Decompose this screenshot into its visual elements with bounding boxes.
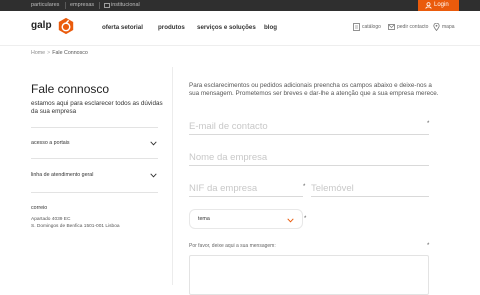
topbar-separator xyxy=(65,2,66,9)
nif-field[interactable]: NIF da empresa xyxy=(189,183,303,197)
catalog-icon xyxy=(353,23,360,31)
top-utility-bar: particulares empresas institucional Logi… xyxy=(0,0,480,11)
topbar-link-particulares[interactable]: particulares xyxy=(31,2,59,9)
catalogo-link[interactable]: catálogo xyxy=(353,23,381,31)
phone-placeholder: Telemóvel xyxy=(311,183,354,194)
chevron-down-icon xyxy=(150,173,157,178)
accordion-acesso-portais[interactable]: acesso a portais xyxy=(31,138,158,150)
required-mark: * xyxy=(427,121,430,127)
pedir-contacto-link[interactable]: pedir contacto xyxy=(388,24,429,31)
divider xyxy=(31,158,158,159)
topbar-link-institucional[interactable]: institucional xyxy=(111,2,140,9)
breadcrumb-separator: > xyxy=(47,50,51,56)
breadcrumb-current: Fale Connosco xyxy=(52,50,88,56)
nav-produtos[interactable]: produtos xyxy=(158,24,185,31)
company-name-placeholder: Nome da empresa xyxy=(189,152,268,163)
address-line: S. Domingos de Benfica 1501-001 Lisboa xyxy=(31,224,120,229)
phone-field[interactable]: Telemóvel xyxy=(311,183,429,197)
form-intro: Para esclarecimentos ou pedidos adiciona… xyxy=(189,82,439,98)
divider xyxy=(31,127,158,128)
required-mark: * xyxy=(427,243,430,249)
login-label: Login xyxy=(434,2,449,8)
breadcrumb: Home > Fale Connosco xyxy=(31,50,88,56)
accordion-linha-atendimento[interactable]: linha de atendimento geral xyxy=(31,170,158,182)
accordion-label: acesso a portais xyxy=(31,140,70,146)
required-mark: * xyxy=(304,216,307,222)
chevron-down-icon xyxy=(150,141,157,146)
tema-select[interactable]: tema xyxy=(189,209,303,229)
company-name-field[interactable]: Nome da empresa xyxy=(189,152,429,166)
nav-oferta-setorial[interactable]: oferta setorial xyxy=(102,24,143,31)
email-field[interactable]: E-mail de contacto xyxy=(189,121,429,135)
map-pin-icon xyxy=(433,23,440,31)
divider xyxy=(31,192,158,193)
nav-servicos-solucoes[interactable]: serviços e soluções xyxy=(197,24,256,31)
galp-logo-icon[interactable] xyxy=(57,17,75,35)
pedir-contacto-label: pedir contacto xyxy=(397,24,429,30)
accordion-label: linha de atendimento geral xyxy=(31,172,94,178)
page-subtitle: estamos aqui para esclarecer todos as dú… xyxy=(31,100,163,115)
catalogo-label: catálogo xyxy=(362,24,381,30)
login-button[interactable]: Login xyxy=(418,0,459,11)
mail-heading: correio xyxy=(31,205,48,211)
message-label: Por favor, deixe aqui a sua mensagem: xyxy=(189,243,276,249)
user-icon xyxy=(425,2,432,9)
nav-blog[interactable]: blog xyxy=(264,24,277,31)
chevron-down-icon xyxy=(287,218,294,223)
nif-placeholder: NIF da empresa xyxy=(189,183,258,194)
message-textarea[interactable] xyxy=(189,255,429,295)
main-header: galp oferta setorial produtos serviços e… xyxy=(0,11,480,46)
required-mark: * xyxy=(303,184,306,190)
tema-value: tema xyxy=(198,216,210,222)
topbar-link-empresas[interactable]: empresas xyxy=(70,2,94,9)
mapa-label: mapa xyxy=(442,24,455,30)
address-line: Apartado 4039 EC xyxy=(31,217,71,222)
topbar-separator xyxy=(99,2,100,9)
page-title: Fale connosco xyxy=(31,82,110,96)
logo-text[interactable]: galp xyxy=(31,20,52,31)
mapa-link[interactable]: mapa xyxy=(433,23,455,31)
column-divider xyxy=(172,67,173,285)
email-placeholder: E-mail de contacto xyxy=(189,121,268,132)
institucional-icon xyxy=(104,3,110,8)
breadcrumb-home[interactable]: Home xyxy=(31,50,45,56)
envelope-icon xyxy=(388,24,395,30)
